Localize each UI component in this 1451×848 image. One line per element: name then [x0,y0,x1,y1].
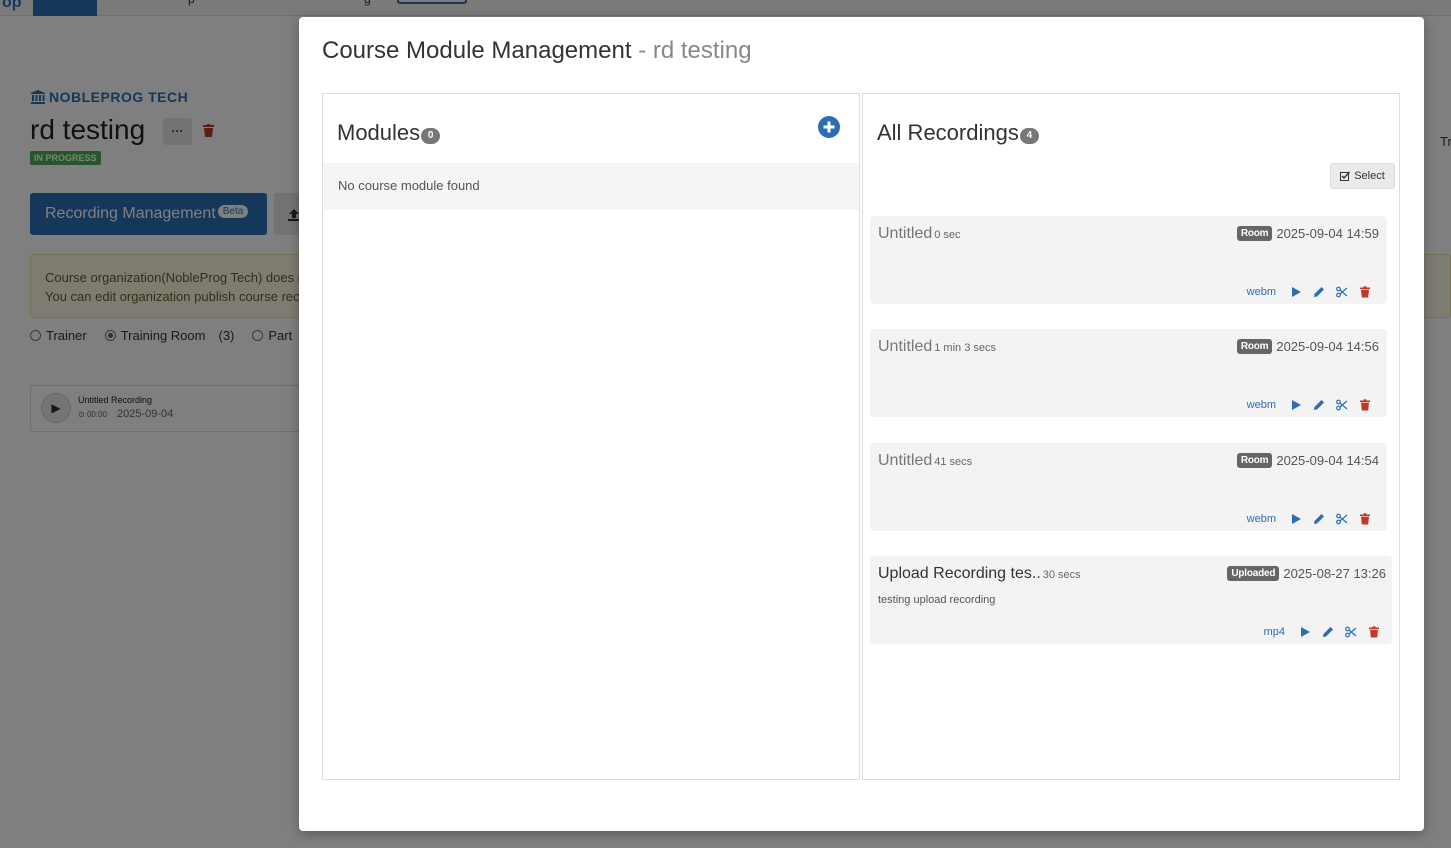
add-module-button[interactable] [818,116,840,138]
recording-actions: webm [1247,512,1371,525]
recording-meta: Room 2025-09-04 14:56 [1236,339,1379,354]
modules-heading-text: Modules [337,120,421,145]
recording-duration: 41 secs [934,456,973,468]
recordings-heading: All Recordings 4 [877,120,1039,146]
recording-item[interactable]: Untitled 1 min 3 secs Room 2025-09-04 14:… [870,329,1387,417]
plus-circle-icon [823,121,835,133]
course-module-modal: Course Module Management - rd testing Mo… [299,17,1424,831]
trash-icon[interactable] [1367,625,1380,638]
pencil-icon[interactable] [1312,285,1325,298]
recordings-heading-text: All Recordings [877,120,1019,145]
recording-meta: Room 2025-09-04 14:59 [1236,226,1379,241]
modal-title-text: Course Module Management [322,37,632,64]
checkbox-icon [1340,171,1351,181]
modules-count-badge: 0 [421,128,441,144]
scissors-icon[interactable] [1335,512,1348,525]
pencil-icon[interactable] [1312,512,1325,525]
play-icon[interactable] [1289,398,1302,411]
modules-empty-message: No course module found [323,163,859,210]
download-format-link[interactable]: webm [1247,286,1276,298]
recording-name: Upload Recording tes.. 30 secs [878,565,1081,582]
recording-actions: mp4 [1264,625,1380,638]
recording-meta: Room 2025-09-04 14:54 [1236,453,1379,468]
play-icon[interactable] [1289,285,1302,298]
recording-meta: Uploaded 2025-08-27 13:26 [1227,566,1386,581]
recording-type-badge: Room [1236,453,1273,468]
recording-actions: webm [1247,285,1371,298]
pencil-icon[interactable] [1312,398,1325,411]
recording-datetime: 2025-09-04 14:54 [1276,453,1379,468]
select-label: Select [1354,170,1385,182]
recording-item[interactable]: Untitled 0 sec Room 2025-09-04 14:59 webm [870,216,1387,304]
download-format-link[interactable]: webm [1247,513,1276,525]
recording-name: Untitled 41 secs [878,452,973,469]
recording-actions: webm [1247,398,1371,411]
recording-name: Untitled 1 min 3 secs [878,338,996,355]
play-icon[interactable] [1289,512,1302,525]
trash-icon[interactable] [1358,285,1371,298]
recording-datetime: 2025-08-27 13:26 [1283,566,1386,581]
scissors-icon[interactable] [1335,398,1348,411]
recording-type-badge: Room [1236,339,1273,354]
play-icon[interactable] [1298,625,1311,638]
download-format-link[interactable]: webm [1247,399,1276,411]
modules-heading: Modules 0 [337,120,441,146]
modules-panel: Modules 0 No course module found [322,93,860,780]
modal-subtitle: - rd testing [638,37,752,64]
select-button[interactable]: Select [1330,163,1395,189]
scissors-icon[interactable] [1335,285,1348,298]
recording-type-badge: Uploaded [1227,566,1280,581]
recording-description: testing upload recording [878,594,996,606]
recording-datetime: 2025-09-04 14:56 [1276,339,1379,354]
recording-item[interactable]: Untitled 41 secs Room 2025-09-04 14:54 we… [870,443,1387,531]
recording-type-badge: Room [1236,226,1273,241]
download-format-link[interactable]: mp4 [1264,626,1285,638]
scissors-icon[interactable] [1344,625,1357,638]
recording-duration: 1 min 3 secs [934,342,996,354]
trash-icon[interactable] [1358,398,1371,411]
recording-duration: 30 secs [1042,569,1081,581]
modal-title: Course Module Management - rd testing [322,37,752,65]
pencil-icon[interactable] [1321,625,1334,638]
recording-duration: 0 sec [934,229,961,241]
recording-item[interactable]: Upload Recording tes.. 30 secs Uploaded 2… [870,556,1392,644]
recording-datetime: 2025-09-04 14:59 [1276,226,1379,241]
recordings-panel: All Recordings 4 Select Untitled 0 sec Ro… [862,93,1400,780]
recording-name: Untitled 0 sec [878,225,961,242]
recordings-count-badge: 4 [1019,128,1039,144]
trash-icon[interactable] [1358,512,1371,525]
